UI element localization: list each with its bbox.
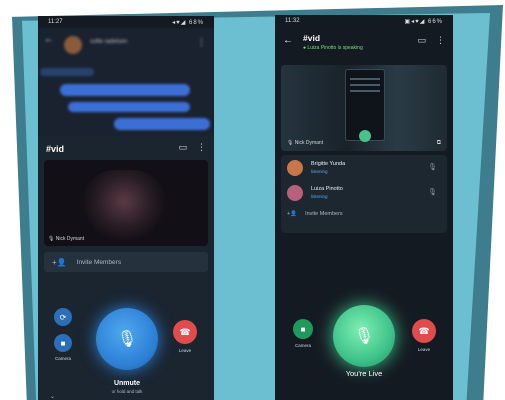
avatar: [287, 160, 303, 176]
avatar: [287, 185, 303, 201]
refresh-icon: ⟳: [59, 312, 67, 322]
hang-up-icon: ☎: [418, 325, 430, 336]
participant-video: [84, 170, 164, 240]
video-camera-icon: ■: [300, 324, 306, 334]
room-title: #vid: [303, 33, 321, 43]
mic-icon: 🎙: [287, 140, 294, 146]
invite-members-button[interactable]: +👤 Invite Members: [44, 252, 208, 272]
member-status: listening: [311, 194, 328, 199]
mic-icon: 🎙: [428, 189, 437, 196]
chat-bubble: [114, 118, 210, 130]
leave-caption: Leave: [178, 348, 192, 353]
speaker-name: Nick Dymant: [55, 236, 85, 242]
room-title: #vid: [46, 144, 65, 154]
camera-button[interactable]: ■: [54, 334, 72, 352]
video-camera-icon: ■: [60, 338, 66, 348]
speaker-name: Nick Dymant: [294, 140, 324, 146]
member-name: Brigitte Yunda: [311, 161, 346, 167]
preview-line: [350, 78, 380, 80]
camera-button[interactable]: ■: [293, 319, 313, 339]
right-phone-screen: 11:32 ▣◂♥◢ 66% ← #vid ● Luiza Pinotto is…: [275, 15, 453, 400]
member-status: listening: [311, 169, 328, 174]
member-name: Luiza Pinotto: [311, 186, 343, 192]
live-mic-button[interactable]: 🎙: [333, 305, 395, 367]
chat-bubble: [60, 84, 190, 96]
members-list: Brigitte Yunda listening 🎙 Luiza Pinotto…: [281, 155, 447, 233]
unmute-label: Unmute: [113, 380, 141, 387]
leave-caption: Leave: [417, 347, 431, 352]
cast-icon[interactable]: ▭: [178, 142, 187, 153]
chat-bubble: [68, 102, 190, 112]
camera-caption: Camera: [54, 356, 71, 361]
video-tile[interactable]: 🎙 Nick Dymant: [44, 160, 208, 246]
preview-line: [350, 90, 380, 92]
preview-line: [350, 84, 380, 86]
camera-caption: Camera: [294, 343, 311, 348]
back-arrow-icon[interactable]: ←: [283, 35, 293, 46]
mic-icon: 🎙: [428, 164, 437, 171]
chevron-down-icon[interactable]: ⌄: [50, 393, 55, 400]
video-speaker-label: 🎙 Nick Dymant: [287, 140, 323, 146]
live-status-label: You're Live: [345, 369, 383, 378]
mic-icon: 🎙: [48, 236, 55, 242]
more-menu-icon[interactable]: ⋮: [197, 37, 206, 48]
leave-button[interactable]: ☎: [173, 320, 197, 344]
more-menu-icon[interactable]: ⋮: [436, 35, 445, 46]
left-phone-screen: 11:27 ◂♥◢ 68% ← sofie radelsen ⋮ #vid ▭ …: [38, 16, 214, 400]
status-bar: 11:32 ▣◂♥◢ 66%: [275, 18, 453, 28]
unmute-button[interactable]: 🎙: [96, 308, 158, 370]
switch-camera-button[interactable]: ⟳: [54, 308, 72, 326]
add-person-icon: +👤: [287, 211, 298, 217]
room-header-actions: ▭ ⋮: [178, 142, 206, 153]
screen-share-preview: [345, 69, 385, 142]
video-tile[interactable]: 🎙 Nick Dymant ⧉: [281, 65, 447, 151]
invite-label: Invite Members: [76, 258, 122, 266]
speaking-dot-icon: ●: [303, 45, 307, 51]
invite-members-button[interactable]: +👤 Invite Members: [287, 211, 343, 217]
video-speaker-label: 🎙 Nick Dymant: [48, 236, 84, 242]
fullscreen-icon[interactable]: ⧉: [437, 140, 441, 147]
list-item[interactable]: Luiza Pinotto listening 🎙: [281, 182, 447, 206]
preview-live-button: [359, 130, 371, 142]
contact-avatar: [64, 36, 82, 54]
speaking-indicator: ● Luiza Pinotto is speaking: [303, 45, 363, 51]
mic-muted-icon: 🎙: [116, 331, 138, 348]
chat-background: ← sofie radelsen ⋮: [38, 28, 214, 148]
hold-hint: or hold and talk: [111, 389, 143, 394]
leave-button[interactable]: ☎: [412, 319, 436, 343]
mic-icon: 🎙: [353, 328, 375, 345]
list-item[interactable]: Brigitte Yunda listening 🎙: [281, 157, 447, 181]
cast-icon[interactable]: ▭: [417, 35, 426, 46]
status-icons: ▣◂♥◢ 66%: [404, 19, 443, 25]
contact-name: sofie radelsen: [90, 39, 128, 45]
chat-bubble: [40, 68, 94, 76]
speaking-text: Luiza Pinotto is speaking: [307, 45, 363, 51]
more-menu-icon[interactable]: ⋮: [197, 142, 206, 153]
room-header-actions: ▭ ⋮: [417, 35, 445, 46]
back-arrow-icon[interactable]: ←: [44, 34, 54, 45]
add-person-icon: +👤: [52, 257, 67, 267]
invite-label: Invite Members: [305, 211, 343, 217]
status-time: 11:32: [285, 18, 300, 24]
hang-up-icon: ☎: [179, 326, 191, 337]
